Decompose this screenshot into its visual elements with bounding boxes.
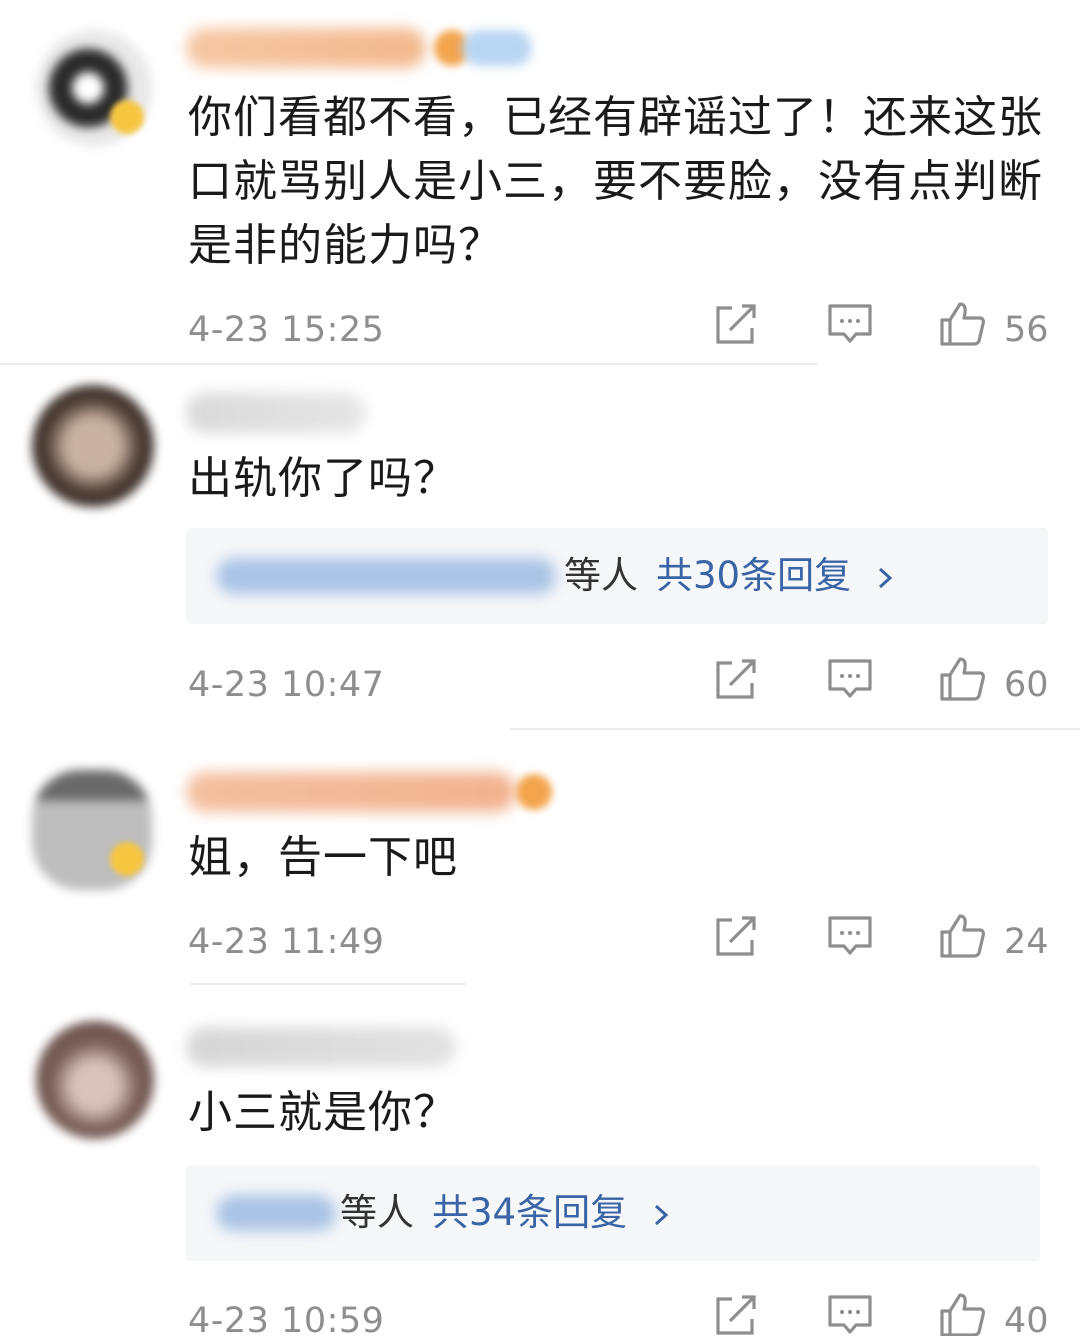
comment-meta: 4-23 10:59 40	[0, 1291, 1080, 1336]
reply-suffix: 等人	[340, 1191, 414, 1234]
comment-meta: 4-23 15:25 56	[0, 300, 1080, 360]
comment-meta: 4-23 10:47 60	[0, 655, 1080, 715]
reply-names-blurred	[216, 558, 556, 594]
chevron-right-icon	[654, 1204, 669, 1226]
member-badge-icon	[516, 774, 552, 810]
like-count: 40	[1004, 1301, 1049, 1336]
thumbs-up-icon[interactable]	[938, 655, 986, 703]
thumbs-up-icon[interactable]	[938, 300, 986, 348]
share-icon[interactable]	[712, 912, 760, 960]
comment-feed: 你们看都不看，已经有辟谣过了！还来这张口就骂别人是小三，要不要脸，没有点判断是非…	[0, 0, 1080, 1336]
comment-text: 小三就是你？	[188, 1087, 458, 1138]
comment-meta: 4-23 11:49 24	[0, 912, 1080, 972]
comment-icon[interactable]	[826, 655, 874, 703]
comment-timestamp: 4-23 10:47	[188, 665, 385, 705]
comment-icon[interactable]	[826, 300, 874, 348]
comment-timestamp: 4-23 11:49	[188, 922, 385, 962]
comment-icon[interactable]	[826, 1291, 874, 1336]
thumbs-up-icon[interactable]	[938, 912, 986, 960]
like-count: 56	[1004, 310, 1049, 350]
share-icon[interactable]	[712, 1291, 760, 1336]
username-blurred[interactable]	[186, 1027, 456, 1067]
reply-summary-box[interactable]: 等人 共34条回复	[186, 1165, 1040, 1261]
comment-item: 出轨你了吗？ 等人 共30条回复 4-23 10:47 60	[0, 365, 1080, 730]
level-badge-icon	[462, 30, 532, 66]
like-count: 60	[1004, 665, 1049, 705]
verified-badge-icon	[110, 842, 144, 876]
reply-total-link[interactable]: 共34条回复	[432, 1187, 627, 1239]
comment-timestamp: 4-23 15:25	[188, 310, 385, 350]
like-count: 24	[1004, 922, 1049, 962]
reply-names-blurred	[216, 1195, 336, 1231]
verified-badge-icon	[110, 100, 144, 134]
username-blurred[interactable]	[186, 772, 516, 812]
comment-icon[interactable]	[826, 912, 874, 960]
avatar[interactable]	[32, 385, 154, 507]
username-blurred[interactable]	[186, 28, 426, 68]
share-icon[interactable]	[712, 655, 760, 703]
reply-summary-box[interactable]: 等人 共30条回复	[186, 528, 1048, 624]
username-blurred[interactable]	[186, 393, 366, 433]
comment-item: 小三就是你？ 等人 共34条回复 4-23 10:59 40	[0, 985, 1080, 1336]
comment-item: 你们看都不看，已经有辟谣过了！还来这张口就骂别人是小三，要不要脸，没有点判断是非…	[0, 0, 1080, 365]
chevron-right-icon	[878, 567, 893, 589]
avatar[interactable]	[36, 1021, 154, 1139]
comment-timestamp: 4-23 10:59	[188, 1301, 385, 1336]
thumbs-up-icon[interactable]	[938, 1291, 986, 1336]
reply-suffix: 等人	[564, 554, 638, 597]
reply-total-link[interactable]: 共30条回复	[656, 550, 851, 602]
comment-text: 出轨你了吗？	[188, 453, 458, 504]
comment-text: 你们看都不看，已经有辟谣过了！还来这张口就骂别人是小三，要不要脸，没有点判断是非…	[188, 92, 1043, 271]
comment-item: 姐，告一下吧 4-23 11:49 24	[0, 730, 1080, 985]
share-icon[interactable]	[712, 300, 760, 348]
comment-text: 姐，告一下吧	[188, 832, 458, 883]
